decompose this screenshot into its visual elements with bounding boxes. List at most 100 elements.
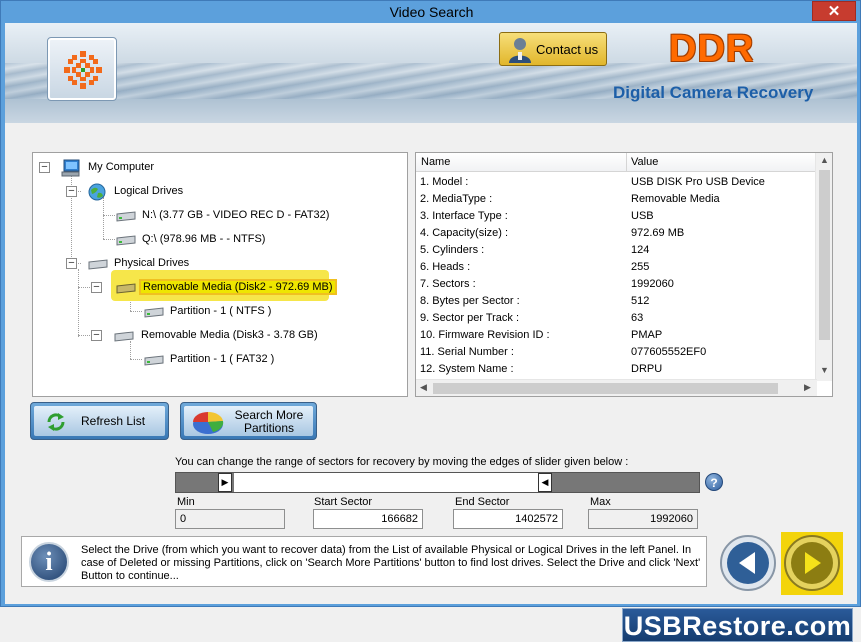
start-handle[interactable]: ▶ [218, 473, 232, 492]
search-more-partitions-button[interactable]: Search More Partitions [180, 402, 317, 440]
list-row[interactable]: 5. Cylinders : 124 [416, 242, 817, 259]
selected-range [234, 473, 544, 492]
collapse-icon[interactable]: − [66, 186, 77, 197]
drive-icon [144, 307, 164, 318]
collapse-icon[interactable]: − [39, 162, 50, 173]
list-row[interactable]: 9. Sector per Track : 63 [416, 310, 817, 327]
drive-properties-list[interactable]: Name Value 1. Model : USB DISK Pro USB De… [415, 152, 833, 397]
drive-icon [88, 259, 108, 270]
row-name: 4. Capacity(size) : [420, 227, 509, 239]
row-name: 5. Cylinders : [420, 244, 485, 256]
vertical-scrollbar[interactable]: ▲ ▼ [815, 153, 832, 381]
start-sector-field[interactable]: 166682 [313, 509, 423, 529]
end-handle[interactable]: ◀ [538, 473, 552, 492]
scroll-left-icon[interactable]: ◀ [420, 382, 427, 393]
start-sector-label: Start Sector [314, 496, 373, 508]
help-icon[interactable]: ? [705, 473, 723, 491]
column-header-value[interactable]: Value [631, 156, 658, 168]
tree-line [130, 359, 142, 360]
row-value: 077605552EF0 [631, 346, 707, 358]
min-label: Min [177, 496, 195, 508]
drive-icon [144, 355, 164, 366]
close-button[interactable]: ✕ [812, 1, 856, 21]
window-title: Video Search [389, 4, 474, 20]
row-name: 7. Sectors : [420, 278, 476, 290]
footer-brand-text: USBRestore.com [623, 611, 852, 641]
tree-item-label: Partition - 1 ( FAT32 ) [170, 353, 275, 365]
tree-item-label: My Computer [88, 161, 155, 173]
instruction-text: Select the Drive (from which you want to… [81, 544, 701, 582]
row-name: 2. MediaType : [420, 193, 493, 205]
row-name: 6. Heads : [420, 261, 471, 273]
column-header-name[interactable]: Name [421, 156, 450, 168]
min-field: 0 [175, 509, 285, 529]
ddr-logo: DDR [669, 28, 755, 70]
row-name: 9. Sector per Track : [420, 312, 520, 324]
drive-icon [116, 211, 136, 222]
tree-item-label: Partition - 1 ( NTFS ) [170, 305, 272, 317]
collapse-icon[interactable]: − [66, 258, 77, 269]
contact-us-label: Contact us [536, 42, 599, 57]
scroll-up-icon[interactable]: ▲ [820, 155, 829, 165]
tree-line [103, 215, 115, 216]
drive-icon [114, 331, 134, 342]
list-row[interactable]: 6. Heads : 255 [416, 259, 817, 276]
tree-item-label: Logical Drives [114, 185, 184, 197]
row-name: 12. System Name : [420, 363, 514, 375]
drive-icon [116, 235, 136, 246]
app-logo [47, 37, 117, 101]
collapse-icon[interactable]: − [91, 282, 102, 293]
main-panel: − My Computer − Logical Drives N:\ (3.77… [5, 123, 857, 604]
list-row[interactable]: 4. Capacity(size) : 972.69 MB [416, 225, 817, 242]
product-name: Digital Camera Recovery [613, 83, 814, 102]
tree-line [130, 341, 131, 359]
tree-line [130, 311, 142, 312]
list-header: Name Value [416, 153, 817, 172]
list-row[interactable]: 8. Bytes per Sector : 512 [416, 293, 817, 310]
horizontal-scrollbar[interactable]: ◀ ▶ [416, 379, 817, 396]
refresh-list-label: Refresh List [81, 414, 146, 428]
refresh-icon [47, 413, 65, 431]
row-value: USB DISK Pro USB Device [631, 176, 765, 188]
row-value: 972.69 MB [631, 227, 685, 239]
max-label: Max [590, 496, 611, 508]
search-more-label-line2: Partitions [243, 421, 295, 435]
row-name: 10. Firmware Revision ID : [420, 329, 550, 341]
tree-item-label: N:\ (3.77 GB - VIDEO REC D - FAT32) [142, 209, 330, 221]
row-value: USB [631, 210, 654, 222]
row-name: 1. Model : [420, 176, 469, 188]
list-row[interactable]: 1. Model : USB DISK Pro USB Device [416, 174, 817, 191]
next-button[interactable] [783, 534, 841, 592]
info-icon: i [29, 542, 69, 582]
scroll-thumb[interactable] [819, 170, 830, 340]
scroll-right-icon[interactable]: ▶ [804, 382, 811, 393]
list-row[interactable]: 2. MediaType : Removable Media [416, 191, 817, 208]
sector-range-slider[interactable]: ▶ ◀ [175, 472, 700, 493]
list-row[interactable]: 7. Sectors : 1992060 [416, 276, 817, 293]
list-row[interactable]: 10. Firmware Revision ID : PMAP [416, 327, 817, 344]
drive-tree[interactable]: − My Computer − Logical Drives N:\ (3.77… [32, 152, 408, 397]
drive-icon [116, 283, 136, 294]
person-icon [509, 38, 531, 63]
list-row[interactable]: 3. Interface Type : USB [416, 208, 817, 225]
scroll-down-icon[interactable]: ▼ [820, 365, 829, 375]
refresh-list-button[interactable]: Refresh List [30, 402, 169, 440]
row-value: 512 [631, 295, 650, 307]
list-row[interactable]: 11. Serial Number : 077605552EF0 [416, 344, 817, 361]
column-divider[interactable] [626, 153, 627, 172]
computer-icon [61, 159, 80, 177]
row-value: 63 [631, 312, 644, 324]
globe-icon [88, 183, 106, 201]
collapse-icon[interactable]: − [91, 330, 102, 341]
tree-line [103, 239, 115, 240]
scroll-thumb[interactable] [433, 383, 778, 394]
contact-us-button[interactable]: Contact us [499, 32, 607, 66]
instruction-box: i Select the Drive (from which you want … [21, 536, 707, 587]
end-sector-field[interactable]: 1402572 [453, 509, 563, 529]
tree-line [78, 269, 79, 337]
pie-chart-icon [193, 411, 224, 434]
list-row[interactable]: 12. System Name : DRPU [416, 361, 817, 378]
end-sector-label: End Sector [455, 496, 510, 508]
tree-line [103, 197, 104, 239]
back-button[interactable] [719, 534, 777, 592]
